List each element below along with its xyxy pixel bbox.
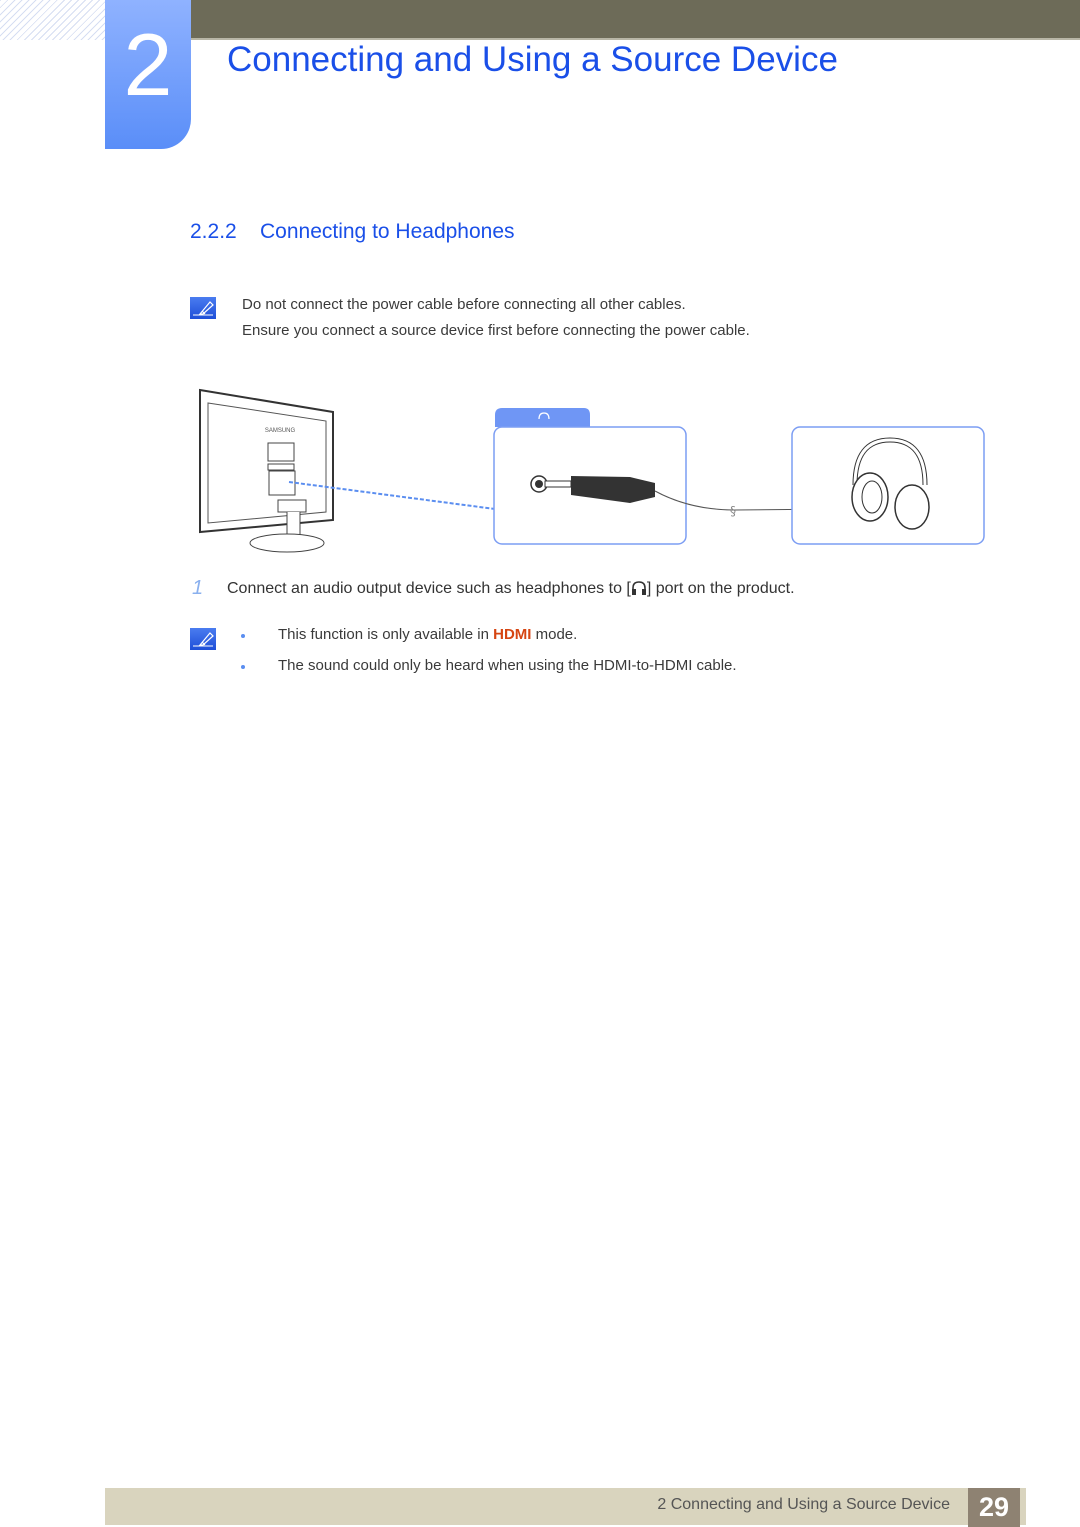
note-bullet-text: The sound could only be heard when using… — [278, 657, 737, 674]
monitor-illustration: SAMSUNG — [199, 388, 334, 553]
step-text: Connect an audio output device such as h… — [227, 580, 795, 598]
note-text-part: This function is only available in — [278, 626, 494, 643]
footer-bar-end — [1020, 1488, 1026, 1525]
hdmi-highlight: HDMI — [493, 626, 532, 643]
chapter-tab: 2 — [105, 0, 191, 149]
svg-text:§: § — [730, 504, 736, 518]
bullet — [241, 665, 245, 669]
bullet — [241, 634, 245, 638]
step-number: 1 — [192, 577, 204, 599]
note-text: Ensure you connect a source device first… — [242, 322, 750, 339]
section-heading: 2.2.2 Connecting to Headphones — [190, 220, 515, 244]
footer-chapter-label: 2 Connecting and Using a Source Device — [657, 1496, 950, 1513]
section-title: Connecting to Headphones — [260, 220, 515, 243]
note-text-part: mode. — [531, 626, 578, 643]
section-number: 2.2.2 — [190, 220, 237, 243]
headphones-panel — [791, 426, 985, 545]
monitor-brand: SAMSUNG — [265, 428, 296, 434]
headphones-icon — [631, 581, 646, 595]
step-text-after: ] port on the product. — [646, 580, 795, 597]
chapter-title: Connecting and Using a Source Device — [227, 40, 838, 79]
header-bar — [190, 0, 1080, 40]
page-number: 29 — [968, 1488, 1020, 1527]
decorative-hatch — [0, 0, 105, 40]
note-text: Do not connect the power cable before co… — [242, 296, 686, 313]
port-panel — [493, 408, 687, 545]
connection-diagram: SAMSUNG § — [199, 388, 985, 553]
note-bullet-text: This function is only available in HDMI … — [278, 626, 577, 643]
step-text-before: Connect an audio output device such as h… — [227, 580, 631, 597]
chapter-number: 2 — [123, 15, 173, 114]
note-icon — [190, 297, 216, 319]
note-icon — [190, 628, 216, 650]
